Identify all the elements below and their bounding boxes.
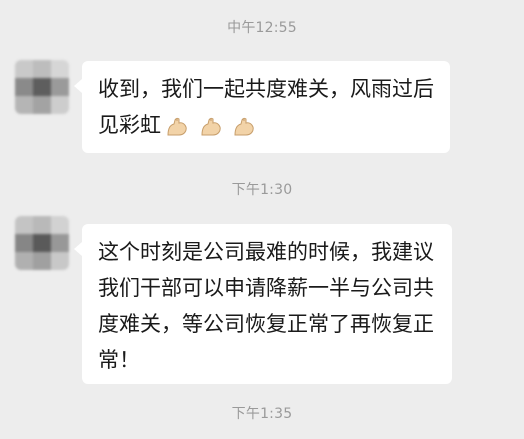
flexed-biceps-icon	[167, 117, 187, 136]
flexed-biceps-icon	[234, 117, 255, 136]
timestamp: 下午1:30	[231, 182, 293, 198]
flexed-biceps-icon	[201, 117, 221, 136]
message-bubble[interactable]: 收到，我们一起共度难关，风雨过后见彩虹	[74, 61, 450, 153]
timestamp: 中午12:55	[227, 20, 297, 36]
message-text: 这个时刻是公司最难的时候，我建议我们干部可以申请降薪一半与公司共度难关，等公司恢…	[98, 240, 434, 372]
avatar[interactable]	[15, 60, 69, 114]
message-text: 收到，我们一起共度难关，风雨过后见彩虹	[98, 77, 434, 137]
chat-view[interactable]: 中午12:55 收到，我们一起共度难关，风雨过后见彩虹 下午1:30 这个时刻是…	[0, 0, 524, 439]
message-bubble[interactable]: 这个时刻是公司最难的时候，我建议我们干部可以申请降薪一半与公司共度难关，等公司恢…	[74, 224, 452, 384]
timestamp: 下午1:35	[231, 406, 293, 422]
avatar[interactable]	[15, 216, 69, 270]
emoji-row	[165, 108, 259, 144]
